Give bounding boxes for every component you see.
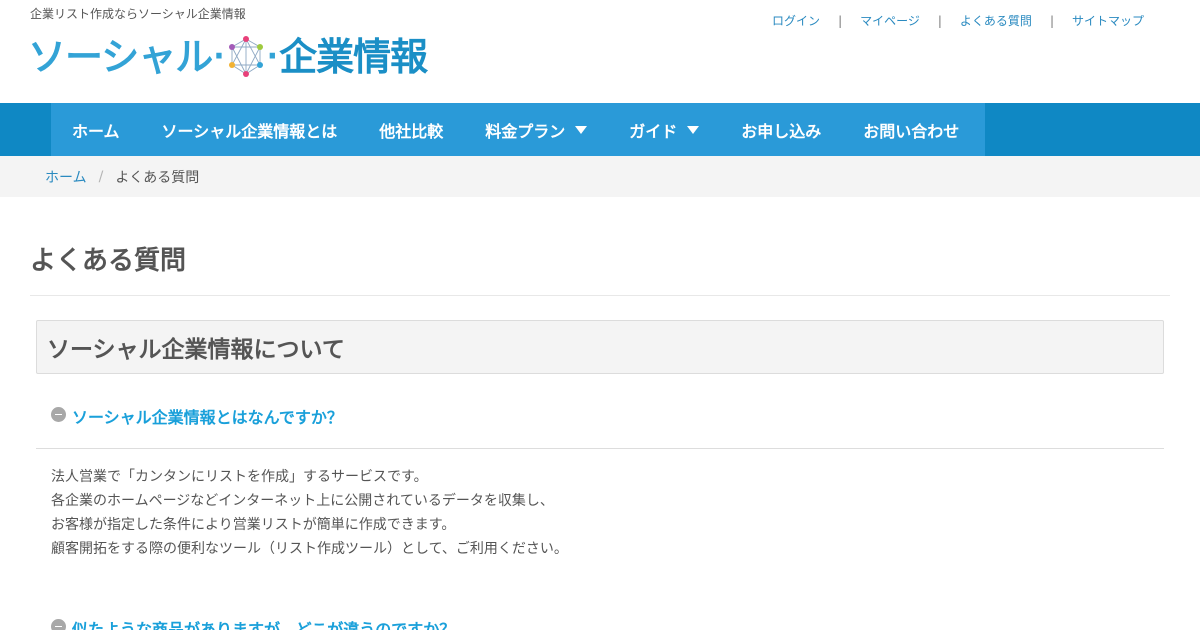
nav-item-home[interactable]: ホーム <box>72 118 120 142</box>
nav-item-label: ガイド <box>629 121 678 141</box>
minus-circle-icon <box>51 618 66 630</box>
section-title: ソーシャル企業情報について <box>47 337 345 363</box>
page-title: よくある質問 <box>30 246 187 276</box>
sitemap-link[interactable]: サイトマップ <box>1072 12 1144 29</box>
caret-down-icon <box>687 125 700 134</box>
nav-item-label: お問い合わせ <box>863 121 960 141</box>
faq-link[interactable]: よくある質問 <box>960 12 1032 29</box>
main-navbar: ホーム ソーシャル企業情報とは 他社比較 料金プラン ガイド お申し込み お問い… <box>0 103 1200 156</box>
faq-divider <box>36 448 1164 449</box>
breadcrumb-separator: / <box>98 168 104 185</box>
faq-question-2[interactable]: 似たような商品がありますが、どこが違うのですか？ <box>51 616 455 630</box>
faq-question-1[interactable]: ソーシャル企業情報とはなんですか？ <box>51 404 343 428</box>
faq-question-text[interactable]: ソーシャル企業情報とはなんですか？ <box>72 404 343 428</box>
faq-answer-line: 顧客開拓をする際の便利なツール（リスト作成ツール）として、ご利用ください。 <box>51 541 568 557</box>
site-logo[interactable]: ソーシャル · · 企業情報 <box>28 32 428 82</box>
nav-item-about[interactable]: ソーシャル企業情報とは <box>162 118 338 142</box>
breadcrumb-current: よくある質問 <box>115 169 200 186</box>
mypage-link[interactable]: マイページ <box>860 12 920 29</box>
nav-item-label: ソーシャル企業情報とは <box>161 121 338 141</box>
faq-answer-line: 法人営業で「カンタンにリストを作成」するサービスです。 <box>51 469 428 485</box>
top-utility-links: ログイン | マイページ | よくある質問 | サイトマップ <box>772 12 1144 29</box>
breadcrumb-home-link[interactable]: ホーム <box>45 167 87 187</box>
logo-dot-right: · <box>266 39 279 74</box>
nav-item-apply[interactable]: お申し込み <box>741 118 821 142</box>
section-header: ソーシャル企業情報について <box>36 320 1164 374</box>
top-link-separator: | <box>937 13 942 28</box>
nav-item-pricing[interactable]: 料金プラン <box>485 118 588 142</box>
site-tagline: 企業リスト作成ならソーシャル企業情報 <box>30 7 246 21</box>
faq-answer-line: 各企業のホームページなどインターネット上に公開されているデータを収集し、 <box>51 493 554 509</box>
logo-text-kigyo-joho: 企業情報 <box>279 35 428 79</box>
main-nav-menu: ホーム ソーシャル企業情報とは 他社比較 料金プラン ガイド お申し込み お問い… <box>51 103 985 156</box>
nav-item-label: お申し込み <box>741 121 822 141</box>
logo-dot-left: · <box>213 39 225 74</box>
caret-down-icon <box>575 125 588 134</box>
top-link-separator: | <box>1049 13 1054 28</box>
top-link-separator: | <box>838 13 843 28</box>
logo-text-social: ソーシャル <box>28 35 213 79</box>
nav-item-comparison[interactable]: 他社比較 <box>379 118 443 142</box>
nav-item-label: 他社比較 <box>379 121 444 141</box>
nav-item-guide[interactable]: ガイド <box>629 118 700 142</box>
nav-item-label: 料金プラン <box>485 121 566 141</box>
login-link[interactable]: ログイン <box>772 12 820 29</box>
faq-answer-1: 法人営業で「カンタンにリストを作成」するサービスです。 各企業のホームページなど… <box>51 465 568 561</box>
nav-item-contact[interactable]: お問い合わせ <box>863 118 959 142</box>
faq-answer-line: お客様が指定した条件により営業リストが簡単に作成できます。 <box>51 517 456 533</box>
title-divider <box>30 295 1170 296</box>
breadcrumb: ホーム / よくある質問 <box>0 156 1200 197</box>
nav-item-label: ホーム <box>72 121 120 141</box>
network-molecule-icon <box>228 36 263 77</box>
faq-question-text[interactable]: 似たような商品がありますが、どこが違うのですか？ <box>72 616 455 630</box>
minus-circle-icon <box>51 406 66 422</box>
